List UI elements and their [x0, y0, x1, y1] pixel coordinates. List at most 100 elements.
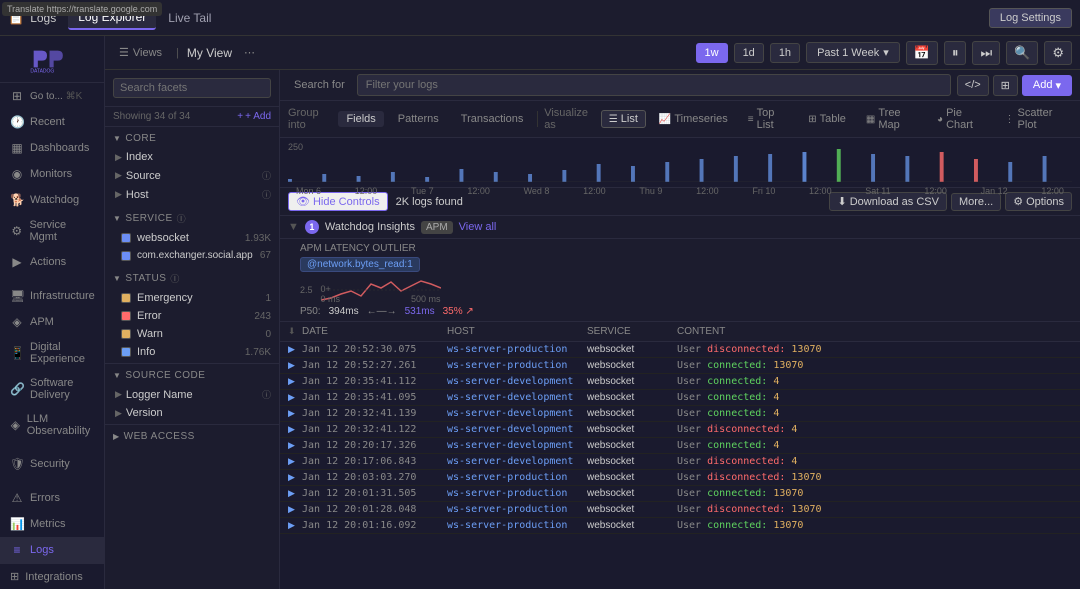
sidebar-item-logs[interactable]: ≡ Logs — [0, 537, 104, 563]
error-label: Error — [137, 310, 248, 322]
sidebar-item-dashboards[interactable]: ▦ Dashboards — [0, 135, 104, 161]
viz-btn-top-list[interactable]: ≡ Top List — [741, 105, 795, 133]
facet-section-service-header[interactable]: ▼ Service ⓘ — [105, 208, 279, 229]
emergency-checkbox[interactable] — [121, 293, 131, 303]
code-view-button[interactable]: </> — [957, 75, 989, 96]
sidebar-item-infrastructure[interactable]: 🖥 Infrastructure — [0, 283, 104, 309]
chevron-right-icon: ▶ — [115, 408, 122, 419]
websocket-checkbox[interactable] — [121, 233, 131, 243]
table-row[interactable]: ▶ Jan 12 20:35:41.112 ws-server-developm… — [280, 374, 1080, 390]
status-info-icon: ⓘ — [170, 272, 180, 285]
row-expand-icon: ▶ — [288, 456, 302, 467]
time-btn-1h[interactable]: 1h — [770, 43, 800, 63]
pause-btn[interactable]: ⏸ — [944, 41, 967, 65]
sidebar-item-service-mgmt[interactable]: ⚙ Service Mgmt — [0, 213, 104, 249]
group-tab-patterns[interactable]: Patterns — [390, 111, 447, 127]
copy-button[interactable]: ⊞ — [993, 75, 1018, 96]
viz-btn-tree-map[interactable]: ▦ Tree Map — [859, 105, 924, 133]
facet-item-warn[interactable]: Warn 0 — [105, 325, 279, 343]
settings-btn[interactable]: ⚙ — [1044, 41, 1072, 65]
facet-item-index[interactable]: ▶ Index — [105, 148, 279, 166]
sidebar-item-integrations[interactable]: ⊞ Integrations — [0, 564, 104, 589]
add-button[interactable]: Add ▾ — [1022, 75, 1072, 96]
error-checkbox[interactable] — [121, 311, 131, 321]
y-min-label: 0+0 ms — [321, 284, 341, 304]
info-checkbox[interactable] — [121, 347, 131, 357]
add-facet-button[interactable]: + + Add — [237, 111, 271, 122]
viz-btn-scatter-plot[interactable]: ⋮ Scatter Plot — [998, 105, 1072, 133]
col-header-date[interactable]: DATE — [302, 326, 447, 337]
group-tab-transactions[interactable]: Transactions — [453, 111, 532, 127]
col-header-content[interactable]: CONTENT — [677, 326, 1072, 337]
table-row[interactable]: ▶ Jan 12 20:52:27.261 ws-server-producti… — [280, 358, 1080, 374]
sidebar-item-watchdog[interactable]: 🐕 Watchdog — [0, 187, 104, 213]
view-all-link[interactable]: View all — [459, 221, 497, 233]
sidebar-item-actions[interactable]: ▶ Actions — [0, 249, 104, 275]
table-row[interactable]: ▶ Jan 12 20:20:17.326 ws-server-developm… — [280, 438, 1080, 454]
sidebar-item-monitors[interactable]: ◉ Monitors — [0, 161, 104, 187]
viz-btn-timeseries[interactable]: 📈 Timeseries — [652, 111, 735, 127]
group-tab-fields[interactable]: Fields — [338, 111, 383, 127]
facet-item-com-exchanger[interactable]: com.exchanger.social.app 67 — [105, 247, 279, 264]
sidebar-item-digital-exp[interactable]: 📱 Digital Experience — [0, 335, 104, 371]
facet-item-logger-name[interactable]: ▶ Logger Name ⓘ — [105, 385, 279, 404]
sidebar-item-apm[interactable]: ◈ APM — [0, 309, 104, 335]
row-date: Jan 12 20:32:41.122 — [302, 424, 447, 435]
collapse-icon[interactable]: ▼ — [288, 221, 299, 233]
table-row[interactable]: ▶ Jan 12 20:32:41.139 ws-server-developm… — [280, 406, 1080, 422]
facet-item-info[interactable]: Info 1.76K — [105, 343, 279, 361]
sidebar-item-metrics[interactable]: 📊 Metrics — [0, 511, 104, 537]
sidebar-item-security[interactable]: 🛡 Security — [0, 451, 104, 477]
time-btn-1w[interactable]: 1w — [696, 43, 728, 63]
search-settings-btn[interactable]: 🔍 — [1006, 41, 1038, 65]
viz-btn-list[interactable]: ☰ List — [601, 110, 646, 128]
forward-btn[interactable]: ⏭ — [972, 41, 1000, 65]
col-header-service[interactable]: SERVICE — [587, 326, 677, 337]
filter-input[interactable] — [357, 74, 951, 96]
facet-item-host[interactable]: ▶ Host ⓘ — [105, 185, 279, 204]
table-row[interactable]: ▶ Jan 12 20:52:30.075 ws-server-producti… — [280, 342, 1080, 358]
views-button[interactable]: ☰ Views — [113, 43, 168, 62]
table-row[interactable]: ▶ Jan 12 20:01:16.092 ws-server-producti… — [280, 518, 1080, 534]
table-row[interactable]: ▶ Jan 12 20:01:31.505 ws-server-producti… — [280, 486, 1080, 502]
row-expand-icon: ▶ — [288, 472, 302, 483]
network-bytes-label[interactable]: @network.bytes_read:1 — [300, 257, 420, 272]
more-options-icon[interactable]: ⋯ — [240, 44, 259, 61]
row-host: ws-server-development — [447, 440, 587, 451]
table-row[interactable]: ▶ Jan 12 20:01:28.048 ws-server-producti… — [280, 502, 1080, 518]
logger-name-info-icon: ⓘ — [262, 388, 271, 401]
facet-item-emergency[interactable]: Emergency 1 — [105, 289, 279, 307]
tab-live-tail[interactable]: Live Tail — [158, 7, 221, 29]
facet-section-core-header[interactable]: ▼ CORE — [105, 129, 279, 148]
com-exchanger-checkbox[interactable] — [121, 251, 131, 261]
calendar-icon-btn[interactable]: 📅 — [906, 41, 938, 65]
facet-section-status-header[interactable]: ▼ Status ⓘ — [105, 268, 279, 289]
warn-checkbox[interactable] — [121, 329, 131, 339]
table-row[interactable]: ▶ Jan 12 20:32:41.122 ws-server-developm… — [280, 422, 1080, 438]
viz-btn-pie-chart[interactable]: ◕ Pie Chart — [930, 105, 992, 133]
facet-item-source[interactable]: ▶ Source ⓘ — [105, 166, 279, 185]
table-row[interactable]: ▶ Jan 12 20:17:06.843 ws-server-developm… — [280, 454, 1080, 470]
facet-item-websocket[interactable]: websocket 1.93K — [105, 229, 279, 247]
time-btn-1d[interactable]: 1d — [734, 43, 764, 63]
table-row[interactable]: ▶ Jan 12 20:35:41.095 ws-server-developm… — [280, 390, 1080, 406]
row-expand-icon: ▶ — [288, 488, 302, 499]
pie-chart-icon: ◕ — [937, 114, 943, 125]
p-value: 531ms — [405, 306, 435, 317]
col-header-host[interactable]: HOST — [447, 326, 587, 337]
facet-item-error[interactable]: Error 243 — [105, 307, 279, 325]
facet-section-source-code-header[interactable]: ▼ SOURCE CODE — [105, 366, 279, 385]
time-range-button[interactable]: Past 1 Week ▾ — [806, 42, 900, 63]
viz-btn-table[interactable]: ⊞ Table — [801, 111, 853, 127]
facet-search-input[interactable] — [113, 78, 271, 98]
sidebar-item-errors[interactable]: ⚠ Errors — [0, 485, 104, 511]
sidebar-item-recent[interactable]: 🕐 Recent — [0, 109, 104, 135]
sidebar-item-software-del[interactable]: 🔗 Software Delivery — [0, 371, 104, 407]
sidebar-item-go-to[interactable]: ⊞ Go to... ⌘K — [0, 83, 104, 109]
facet-section-web-access-header[interactable]: ▶ WEB ACCESS — [105, 427, 279, 446]
log-settings-button[interactable]: Log Settings — [989, 8, 1072, 28]
table-row[interactable]: ▶ Jan 12 20:03:03.270 ws-server-producti… — [280, 470, 1080, 486]
sidebar-item-llm-obs[interactable]: ◈ LLM Observability — [0, 407, 104, 443]
sort-icon[interactable]: ⬇ — [288, 326, 302, 337]
facet-item-version[interactable]: ▶ Version — [105, 404, 279, 422]
